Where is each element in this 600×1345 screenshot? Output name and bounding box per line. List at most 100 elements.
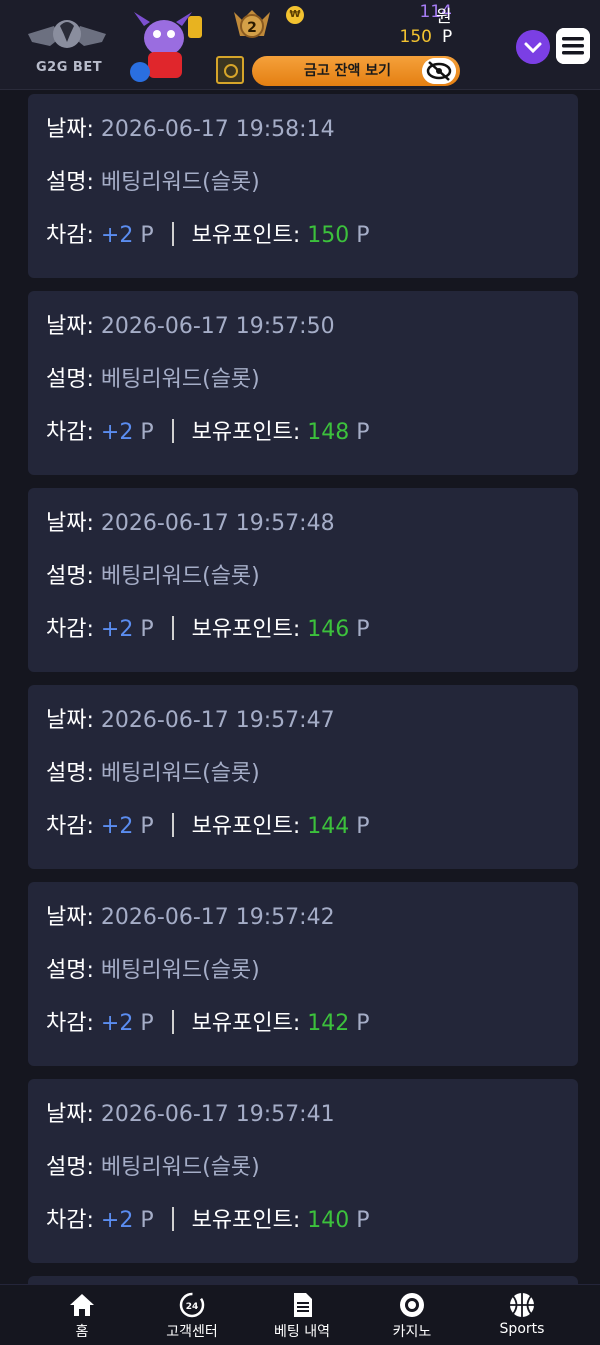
bottom-navigation: 홈 24 고객센터 베팅 내역 카지노 Sports [0, 1284, 600, 1344]
description-value: 베팅리워드(슬롯) [100, 761, 260, 786]
divider [171, 813, 174, 837]
date-row: 날짜: 2026-06-17 19:57:42 [46, 902, 560, 955]
description-value: 베팅리워드(슬롯) [100, 564, 260, 589]
change-value: +2 [100, 814, 134, 839]
change-unit: P [140, 617, 154, 642]
divider [171, 222, 174, 246]
change-value: +2 [100, 1208, 134, 1233]
held-points-label: 보유포인트: [191, 617, 301, 642]
safe-icon[interactable] [216, 56, 244, 84]
divider [171, 1010, 174, 1034]
change-label: 차감: [46, 1011, 94, 1036]
money-unit: 원 [436, 7, 452, 27]
held-points-unit: P [356, 814, 370, 839]
held-points-value: 140 [307, 1208, 350, 1233]
rank-level: 2 [247, 20, 257, 36]
held-points-unit: P [356, 1208, 370, 1233]
description-row: 설명: 베팅리워드(슬롯) [46, 364, 560, 417]
nav-home[interactable]: 홈 [32, 1291, 132, 1345]
change-unit: P [140, 223, 154, 248]
history-card: 날짜: 2026-06-17 19:57:42 설명: 베팅리워드(슬롯) 차감… [28, 882, 578, 1066]
held-points-value: 148 [307, 420, 350, 445]
change-row: 차감: +2 P 보유포인트: 140 P [46, 1205, 560, 1258]
nav-bet-history[interactable]: 베팅 내역 [252, 1291, 352, 1345]
point-history-list: 날짜: 2026-06-17 19:58:14 설명: 베팅리워드(슬롯) 차감… [28, 94, 578, 1276]
change-row: 차감: +2 P 보유포인트: 148 P [46, 417, 560, 470]
held-points-unit: P [356, 420, 370, 445]
description-label: 설명: [46, 958, 94, 983]
nav-sports[interactable]: Sports [472, 1291, 572, 1345]
nav-sports-label: Sports [499, 1321, 545, 1337]
description-value: 베팅리워드(슬롯) [100, 958, 260, 983]
change-label: 차감: [46, 223, 94, 248]
date-value: 2026-06-17 19:57:42 [100, 905, 335, 930]
change-unit: P [140, 420, 154, 445]
logo-text: G2G BET [36, 60, 103, 75]
change-label: 차감: [46, 1208, 94, 1233]
history-card: 날짜: 2026-06-17 19:57:48 설명: 베팅리워드(슬롯) 차감… [28, 488, 578, 672]
change-row: 차감: +2 P 보유포인트: 150 P [46, 220, 560, 273]
divider [171, 616, 174, 640]
held-points-label: 보유포인트: [191, 420, 301, 445]
date-row: 날짜: 2026-06-17 19:57:47 [46, 705, 560, 758]
description-label: 설명: [46, 564, 94, 589]
description-row: 설명: 베팅리워드(슬롯) [46, 167, 560, 220]
description-value: 베팅리워드(슬롯) [100, 1155, 260, 1180]
dragon-wings-logo-icon [28, 20, 106, 48]
date-value: 2026-06-17 19:57:47 [100, 708, 335, 733]
date-value: 2026-06-17 19:57:48 [100, 511, 335, 536]
rank-badge-icon[interactable]: 2 [232, 6, 272, 42]
document-icon [294, 1293, 312, 1317]
change-unit: P [140, 1011, 154, 1036]
nav-home-label: 홈 [75, 1324, 89, 1340]
vault-button-label: 금고 잔액 보기 [304, 63, 392, 79]
change-label: 차감: [46, 814, 94, 839]
eye-slash-icon[interactable] [422, 58, 456, 84]
divider [171, 419, 174, 443]
date-value: 2026-06-17 19:58:14 [100, 117, 335, 142]
description-row: 설명: 베팅리워드(슬롯) [46, 1152, 560, 1205]
held-points-unit: P [356, 1011, 370, 1036]
held-points-unit: P [356, 617, 370, 642]
date-row: 날짜: 2026-06-17 19:58:14 [46, 114, 560, 167]
description-label: 설명: [46, 367, 94, 392]
held-points-label: 보유포인트: [191, 223, 301, 248]
held-points-label: 보유포인트: [191, 1011, 301, 1036]
chevron-down-icon[interactable] [516, 30, 550, 64]
description-value: 베팅리워드(슬롯) [100, 170, 260, 195]
change-row: 차감: +2 P 보유포인트: 142 P [46, 1008, 560, 1061]
change-label: 차감: [46, 617, 94, 642]
date-label: 날짜: [46, 1102, 94, 1127]
date-row: 날짜: 2026-06-17 19:57:48 [46, 508, 560, 561]
vault-balance-button[interactable]: 금고 잔액 보기 [252, 56, 460, 86]
nav-support[interactable]: 24 고객센터 [142, 1291, 242, 1345]
change-value: +2 [100, 617, 134, 642]
basketball-icon [510, 1293, 534, 1317]
held-points-value: 142 [307, 1011, 350, 1036]
home-icon [70, 1294, 94, 1316]
date-label: 날짜: [46, 708, 94, 733]
history-card: 날짜: 2026-06-17 19:57:41 설명: 베팅리워드(슬롯) 차감… [28, 1079, 578, 1263]
held-points-value: 150 [307, 223, 350, 248]
history-card: 날짜: 2026-06-17 19:58:14 설명: 베팅리워드(슬롯) 차감… [28, 94, 578, 278]
g2g-bet-logo[interactable]: G2G BET [24, 12, 110, 76]
description-row: 설명: 베팅리워드(슬롯) [46, 955, 560, 1008]
svg-text:24: 24 [186, 1302, 199, 1312]
change-value: +2 [100, 223, 134, 248]
held-points-value: 146 [307, 617, 350, 642]
date-row: 날짜: 2026-06-17 19:57:50 [46, 311, 560, 364]
held-points-label: 보유포인트: [191, 1208, 301, 1233]
nav-casino[interactable]: 카지노 [362, 1291, 462, 1345]
description-row: 설명: 베팅리워드(슬롯) [46, 561, 560, 614]
description-value: 베팅리워드(슬롯) [100, 367, 260, 392]
point-unit: P [442, 27, 453, 47]
nav-bet-history-label: 베팅 내역 [274, 1324, 330, 1340]
won-coin-icon: ₩ [286, 6, 304, 24]
description-row: 설명: 베팅리워드(슬롯) [46, 758, 560, 811]
held-points-label: 보유포인트: [191, 814, 301, 839]
hamburger-menu-icon[interactable] [556, 28, 590, 64]
date-label: 날짜: [46, 905, 94, 930]
nav-support-label: 고객센터 [166, 1324, 218, 1340]
change-unit: P [140, 814, 154, 839]
divider [171, 1207, 174, 1231]
